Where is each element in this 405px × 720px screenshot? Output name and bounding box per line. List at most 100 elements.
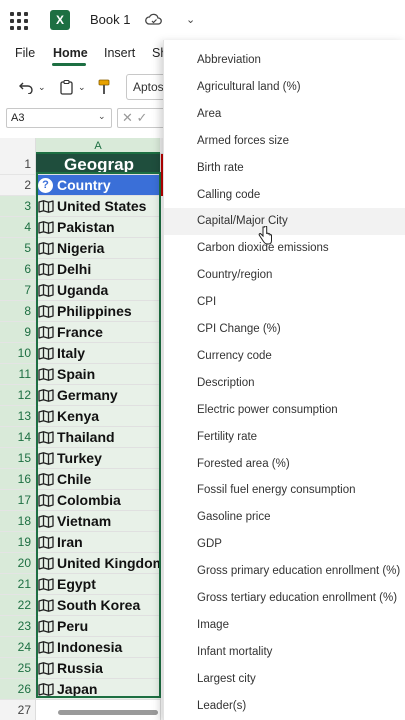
dropdown-item[interactable]: Fertility rate xyxy=(164,424,405,451)
tab-file[interactable]: File xyxy=(15,46,35,60)
cell-a[interactable]: Thailand xyxy=(36,427,160,448)
geography-map-icon[interactable] xyxy=(38,619,54,633)
geography-map-icon[interactable] xyxy=(38,661,54,675)
cell-a[interactable]: Spain xyxy=(36,364,160,385)
chevron-down-icon[interactable]: ⌄ xyxy=(186,13,195,26)
table-row[interactable]: 12 Germany xyxy=(0,385,170,406)
row-number[interactable]: 3 xyxy=(0,196,36,217)
dropdown-item[interactable]: Birth rate xyxy=(164,155,405,182)
cell-a[interactable]: United Kingdom xyxy=(36,553,160,574)
table-row[interactable]: 7 Uganda xyxy=(0,280,170,301)
geography-map-icon[interactable] xyxy=(38,514,54,528)
cell-a[interactable]: Germany xyxy=(36,385,160,406)
name-box[interactable]: A3 xyxy=(6,108,112,128)
dropdown-item[interactable]: Agricultural land (%) xyxy=(164,74,405,101)
question-mark-icon[interactable]: ? xyxy=(38,177,53,193)
clipboard-icon[interactable] xyxy=(60,80,73,95)
cell-a[interactable]: Kenya xyxy=(36,406,160,427)
table-row[interactable]: 17 Colombia xyxy=(0,490,170,511)
geography-map-icon[interactable] xyxy=(38,241,54,255)
row-number[interactable]: 13 xyxy=(0,406,36,427)
dropdown-item[interactable]: CPI xyxy=(164,289,405,316)
row-number[interactable]: 7 xyxy=(0,280,36,301)
geography-map-icon[interactable] xyxy=(38,682,54,696)
table-row[interactable]: 6 Delhi xyxy=(0,259,170,280)
table-row[interactable]: 1 Geograp xyxy=(0,154,170,175)
dropdown-item[interactable]: GDP xyxy=(164,531,405,558)
geography-map-icon[interactable] xyxy=(38,598,54,612)
cell-a[interactable]: South Korea xyxy=(36,595,160,616)
row-number[interactable]: 4 xyxy=(0,217,36,238)
geography-map-icon[interactable] xyxy=(38,409,54,423)
cell-a[interactable]: Delhi xyxy=(36,259,160,280)
cell-a[interactable]: Russia xyxy=(36,658,160,679)
row-number[interactable]: 9 xyxy=(0,322,36,343)
scrollbar-thumb[interactable] xyxy=(58,710,158,715)
dropdown-item[interactable]: Abbreviation xyxy=(164,47,405,74)
tab-home[interactable]: Home xyxy=(53,46,88,60)
row-number[interactable]: 23 xyxy=(0,616,36,637)
row-number[interactable]: 6 xyxy=(0,259,36,280)
cell-a[interactable]: Vietnam xyxy=(36,511,160,532)
cloud-sync-icon[interactable] xyxy=(145,12,163,28)
cell-a[interactable]: United States xyxy=(36,196,160,217)
table-row[interactable]: 23 Peru xyxy=(0,616,170,637)
geography-map-icon[interactable] xyxy=(38,535,54,549)
geography-map-icon[interactable] xyxy=(38,556,54,570)
dropdown-item[interactable]: Electric power consumption xyxy=(164,397,405,424)
cell-a[interactable]: Nigeria xyxy=(36,238,160,259)
dropdown-item[interactable]: Largest city xyxy=(164,666,405,693)
table-row[interactable]: 5 Nigeria xyxy=(0,238,170,259)
cell-a[interactable]: Geograp xyxy=(36,154,160,175)
row-number[interactable]: 15 xyxy=(0,448,36,469)
row-number[interactable]: 12 xyxy=(0,385,36,406)
row-number[interactable]: 14 xyxy=(0,427,36,448)
row-number[interactable]: 19 xyxy=(0,532,36,553)
name-box-chevron-icon[interactable]: ⌄ xyxy=(98,111,106,122)
dropdown-item[interactable]: CPI Change (%) xyxy=(164,316,405,343)
dropdown-item[interactable]: Country/region xyxy=(164,262,405,289)
geography-map-icon[interactable] xyxy=(38,640,54,654)
app-launcher-icon[interactable] xyxy=(10,12,28,30)
row-number[interactable]: 17 xyxy=(0,490,36,511)
row-number[interactable]: 20 xyxy=(0,553,36,574)
undo-chevron-icon[interactable]: ⌄ xyxy=(38,82,46,93)
tab-insert[interactable]: Insert xyxy=(104,46,135,60)
cell-a[interactable]: Chile xyxy=(36,469,160,490)
dropdown-item[interactable]: Armed forces size xyxy=(164,128,405,155)
table-row[interactable]: 4 Pakistan xyxy=(0,217,170,238)
cell-a[interactable]: Turkey xyxy=(36,448,160,469)
geography-map-icon[interactable] xyxy=(38,493,54,507)
row-number[interactable]: 22 xyxy=(0,595,36,616)
geography-map-icon[interactable] xyxy=(38,304,54,318)
cell-a[interactable]: Iran xyxy=(36,532,160,553)
geography-map-icon[interactable] xyxy=(38,388,54,402)
geography-map-icon[interactable] xyxy=(38,367,54,381)
geography-map-icon[interactable] xyxy=(38,472,54,486)
dropdown-item[interactable]: Area xyxy=(164,101,405,128)
cell-a[interactable]: France xyxy=(36,322,160,343)
cell-a[interactable]: Uganda xyxy=(36,280,160,301)
geography-map-icon[interactable] xyxy=(38,283,54,297)
column-header-a[interactable]: A xyxy=(36,138,160,154)
cell-a[interactable]: ? Country xyxy=(36,175,160,196)
dropdown-item[interactable]: Leader(s) xyxy=(164,693,405,720)
cell-a[interactable]: Peru xyxy=(36,616,160,637)
table-row[interactable]: 20 United Kingdom xyxy=(0,553,170,574)
geography-map-icon[interactable] xyxy=(38,451,54,465)
geography-map-icon[interactable] xyxy=(38,577,54,591)
table-row[interactable]: 18 Vietnam xyxy=(0,511,170,532)
geography-map-icon[interactable] xyxy=(38,262,54,276)
row-number[interactable]: 24 xyxy=(0,637,36,658)
row-number[interactable]: 18 xyxy=(0,511,36,532)
table-row[interactable]: 14 Thailand xyxy=(0,427,170,448)
horizontal-scrollbar[interactable] xyxy=(40,710,162,716)
dropdown-item[interactable]: Calling code xyxy=(164,182,405,209)
cell-a[interactable]: Japan xyxy=(36,679,160,700)
table-row[interactable]: 11 Spain xyxy=(0,364,170,385)
dropdown-item[interactable]: Capital/Major City xyxy=(164,208,405,236)
cell-a[interactable]: Indonesia xyxy=(36,637,160,658)
table-row[interactable]: 9 France xyxy=(0,322,170,343)
row-number[interactable]: 11 xyxy=(0,364,36,385)
table-row[interactable]: 25 Russia xyxy=(0,658,170,679)
